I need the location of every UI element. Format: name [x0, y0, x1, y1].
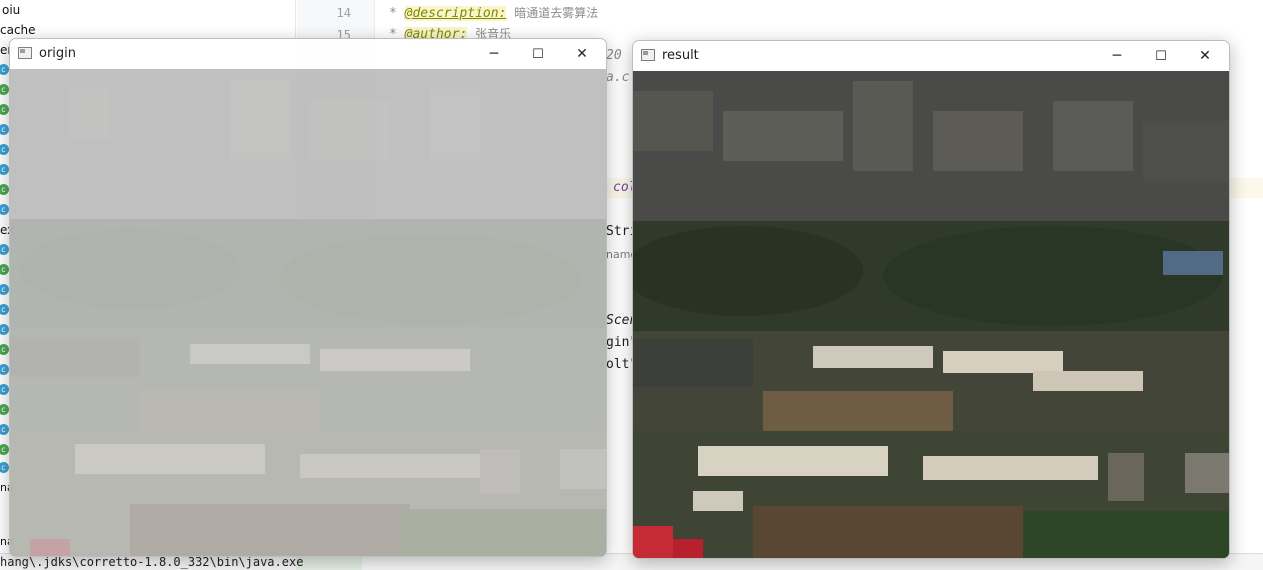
class-icon: c [0, 244, 9, 255]
minimize-button[interactable]: ─ [472, 39, 516, 69]
code-fragment: 20 [606, 48, 622, 63]
app-icon [18, 47, 32, 59]
window-titlebar[interactable]: origin ─ ☐ ✕ [10, 39, 606, 69]
window-titlebar[interactable]: result ─ ☐ ✕ [633, 41, 1229, 71]
class-icon: c [0, 344, 9, 355]
maximize-button[interactable]: ☐ [516, 39, 560, 69]
class-icon: c [0, 304, 9, 315]
class-icon: c [0, 184, 9, 195]
tree-item[interactable]: cache [0, 20, 36, 40]
class-icon: c [0, 324, 9, 335]
class-icon: c [0, 84, 9, 95]
desktop: oiu cache en ex na na c c c c c c c c c … [0, 0, 1263, 570]
class-icon: c [0, 424, 9, 435]
doc-comment-line: * @description: 暗通道去雾算法 [389, 6, 599, 21]
close-button[interactable]: ✕ [1183, 41, 1227, 71]
window-title: origin [39, 46, 77, 61]
origin-image [10, 69, 606, 556]
origin-window[interactable]: origin ─ ☐ ✕ [9, 38, 607, 557]
class-icon: c [0, 364, 9, 375]
console-command: hang\.jdks\corretto-1.8.0_332\bin\java.e… [0, 555, 304, 569]
line-number: 14 [336, 6, 351, 20]
class-icon: c [0, 264, 9, 275]
class-icon: c [0, 144, 9, 155]
code-fragment: a.c [606, 70, 630, 85]
minimize-button[interactable]: ─ [1095, 41, 1139, 71]
result-image [633, 71, 1229, 558]
class-icon: c [0, 124, 9, 135]
window-title: result [662, 48, 699, 63]
class-icon: c [0, 384, 9, 395]
class-icon: c [0, 64, 9, 75]
class-icon: c [0, 104, 9, 115]
app-icon [641, 49, 655, 61]
maximize-button[interactable]: ☐ [1139, 41, 1183, 71]
class-icon: c [0, 284, 9, 295]
dehazed-aerial-photo [633, 71, 1229, 558]
javadoc-tag: @description: [404, 6, 507, 21]
class-icon: c [0, 204, 9, 215]
tree-item[interactable]: oiu [2, 0, 20, 20]
class-icon: c [0, 404, 9, 415]
class-icon: c [0, 444, 9, 455]
result-window[interactable]: result ─ ☐ ✕ [632, 40, 1230, 559]
close-button[interactable]: ✕ [560, 39, 604, 69]
class-icon: c [0, 462, 9, 473]
comment-text: 暗通道去雾算法 [514, 6, 599, 20]
hazy-aerial-photo [10, 69, 606, 556]
class-icon: c [0, 164, 9, 175]
